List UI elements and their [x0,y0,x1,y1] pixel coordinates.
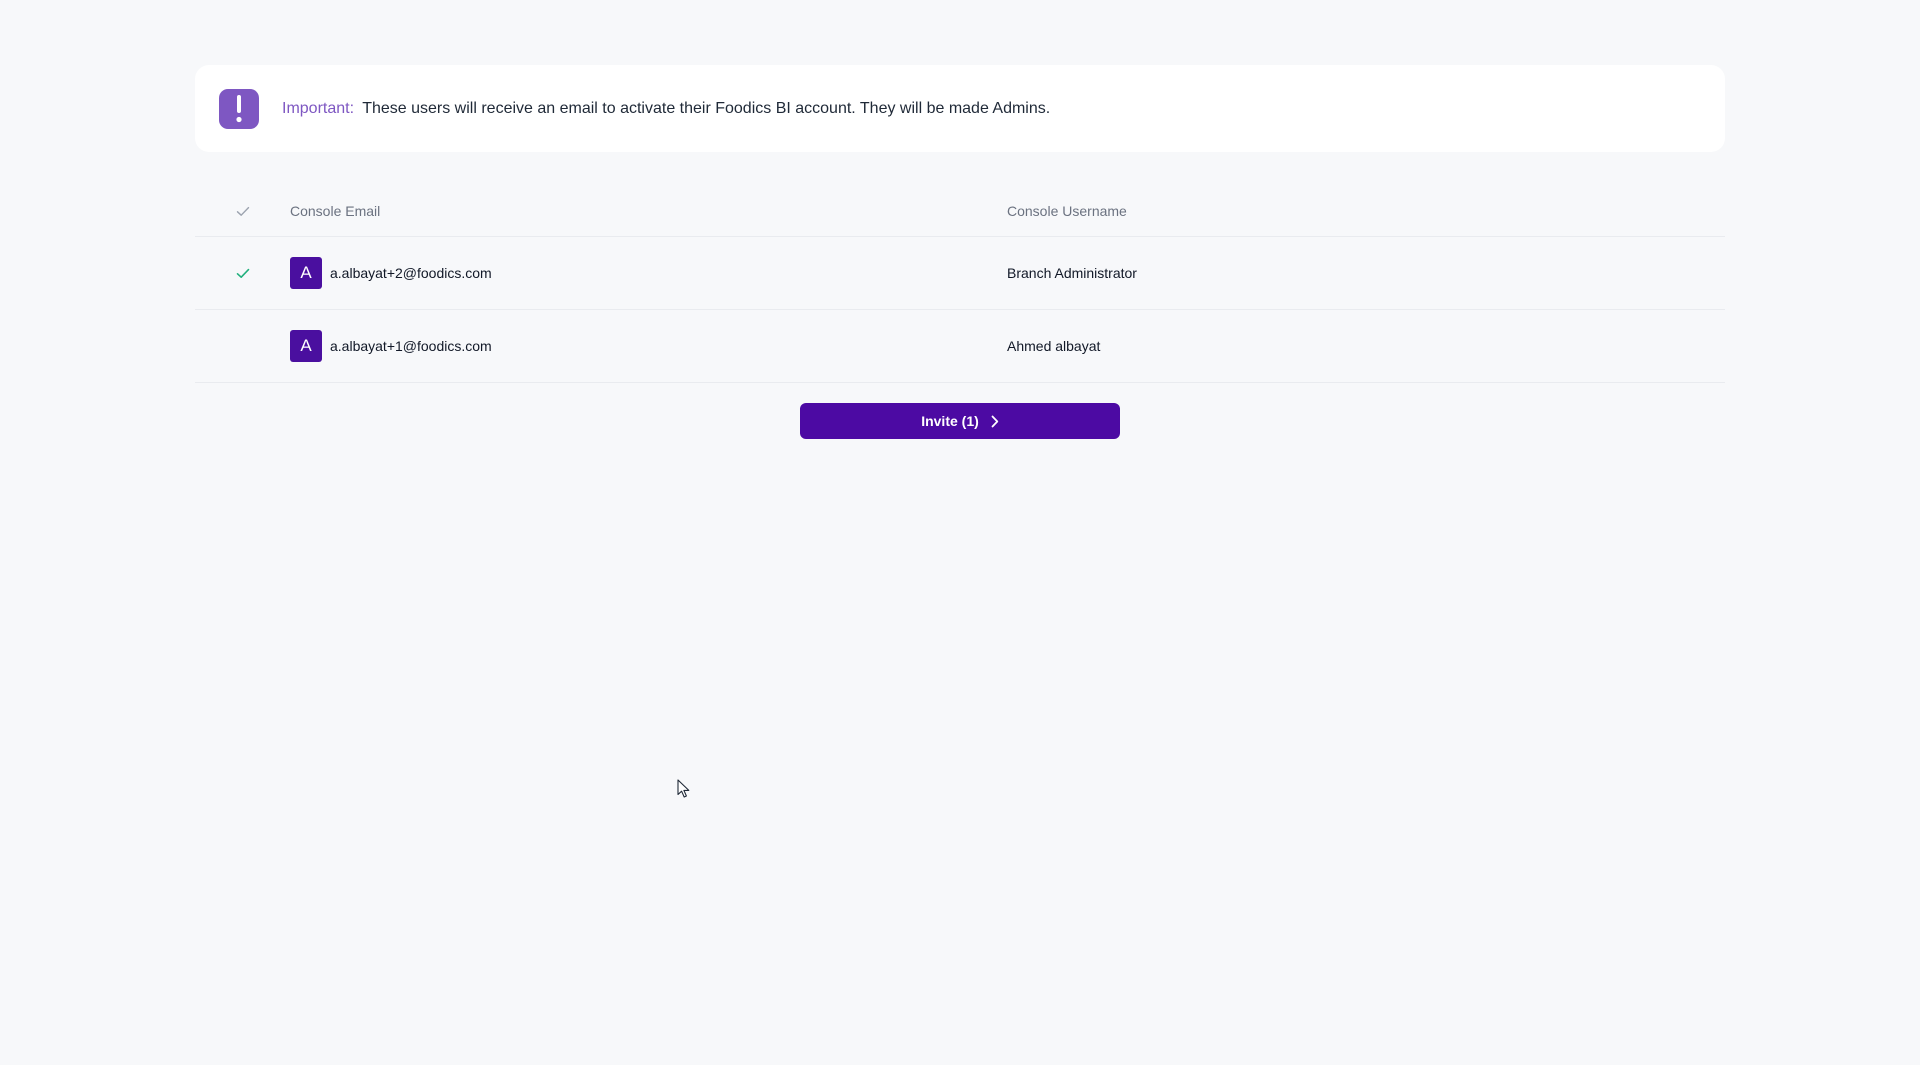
row-select-checkbox[interactable] [195,237,290,309]
username-text: Branch Administrator [1007,265,1137,281]
invite-button[interactable]: Invite (1) [800,403,1120,439]
header-console-email: Console Email [290,203,381,219]
users-table: Console Email Console Username A a.albay… [195,186,1725,383]
mouse-cursor-icon [677,779,691,804]
table-row[interactable]: A a.albayat+1@foodics.com Ahmed albayat [195,310,1725,383]
avatar: A [290,257,322,289]
username-cell: Ahmed albayat [1007,310,1100,382]
header-console-username: Console Username [1007,203,1127,219]
table-header: Console Email Console Username [195,186,1725,237]
notice-label: Important: [282,99,355,117]
notice-message: These users will receive an email to act… [362,99,1051,117]
notice-text: Important: These users will receive an e… [282,100,1050,118]
table-row[interactable]: A a.albayat+2@foodics.com Branch Adminis… [195,237,1725,310]
check-icon [236,206,249,216]
username-cell: Branch Administrator [1007,237,1137,309]
page: Important: These users will receive an e… [0,0,1920,1065]
email-cell: A a.albayat+2@foodics.com [290,237,492,309]
chevron-right-icon [991,415,999,428]
username-text: Ahmed albayat [1007,338,1101,354]
row-select-checkbox[interactable] [195,310,290,382]
email-cell: A a.albayat+1@foodics.com [290,310,492,382]
email-text: a.albayat+1@foodics.com [330,338,492,354]
exclamation-icon [219,88,259,129]
invite-button-label: Invite (1) [921,413,979,429]
important-notice: Important: These users will receive an e… [195,65,1725,152]
check-icon [236,268,249,278]
select-all-checkbox[interactable] [195,186,290,236]
avatar: A [290,330,322,362]
email-text: a.albayat+2@foodics.com [330,265,492,281]
